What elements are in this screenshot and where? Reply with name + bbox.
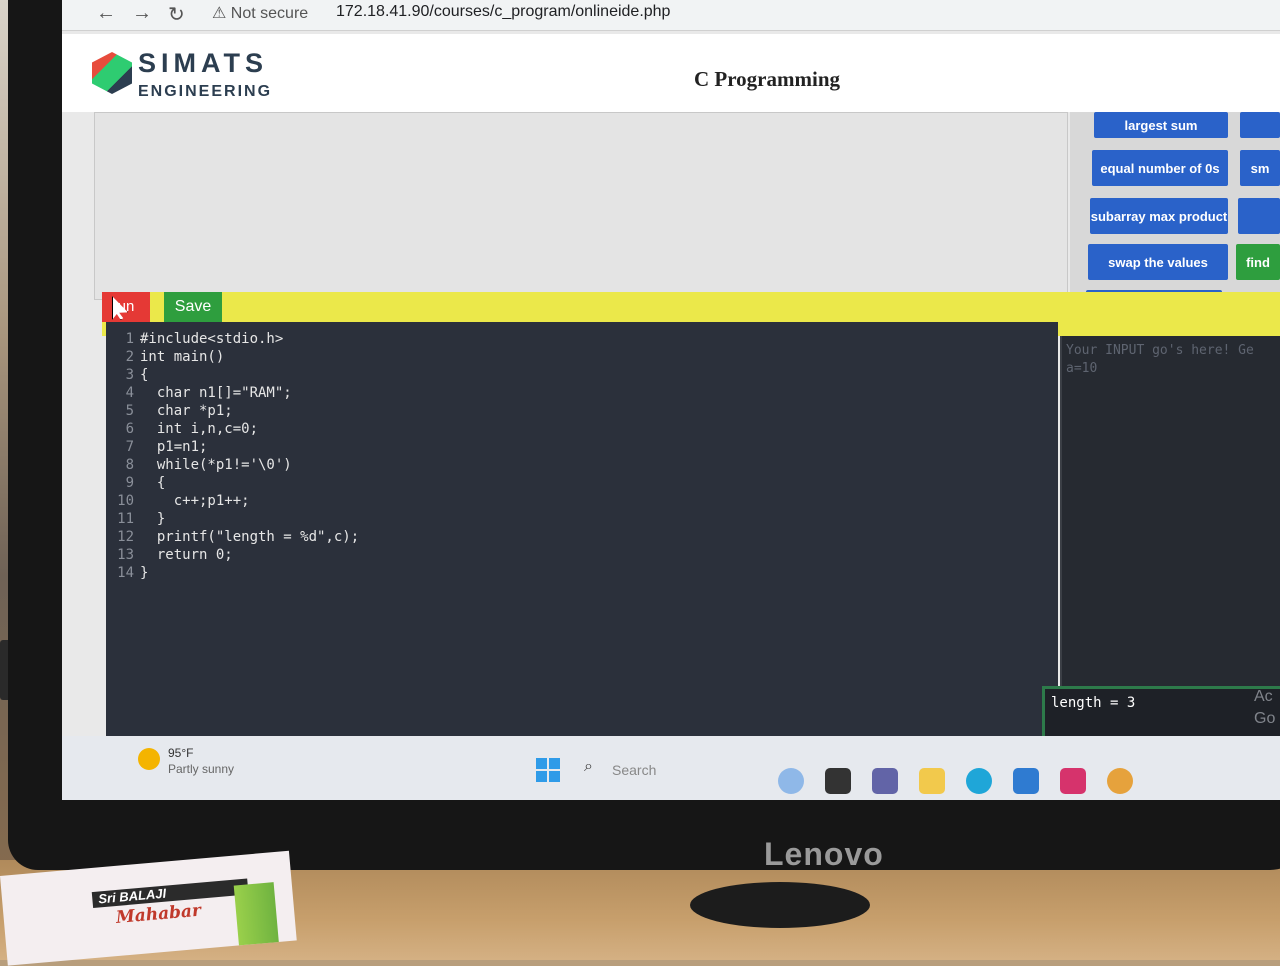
store-icon[interactable]	[1013, 768, 1039, 794]
problem-button-largest-sum[interactable]: largest sum	[1094, 112, 1228, 138]
code-line[interactable]: return 0;	[140, 546, 359, 564]
output-text: length = 3	[1051, 695, 1136, 711]
taskbar-search[interactable]: ⌕ Search	[584, 758, 744, 782]
code-line[interactable]: c++;p1++;	[140, 492, 359, 510]
line-number: 6	[125, 421, 134, 437]
save-button[interactable]: Save	[164, 292, 222, 322]
site-header: SIMATS ENGINEERING C Programming	[62, 34, 1280, 112]
line-number: 14	[117, 565, 134, 581]
code-line[interactable]: #include<stdio.h>	[140, 330, 359, 348]
code-line[interactable]: char *p1;	[140, 402, 359, 420]
code-line[interactable]: {	[140, 366, 359, 384]
line-number: 3	[125, 367, 134, 383]
line-number: 10	[117, 493, 134, 509]
input-value: a=10	[1066, 361, 1098, 376]
chat-icon[interactable]	[872, 768, 898, 794]
problem-button-extra-3[interactable]	[1238, 198, 1280, 234]
activation-line-2: Go	[1254, 710, 1276, 727]
taskbar: 95°F Partly sunny ⌕ Search	[62, 736, 1280, 800]
code-editor[interactable]: 1 2 3 4 5 6 7 8 9 10 11 12 13 14 #include<stdio.h> int…	[106, 322, 1058, 742]
address-bar: ← → ↻ ⚠ Not secure 172.18.41.90/courses/…	[62, 0, 1280, 31]
code-line[interactable]: }	[140, 564, 359, 582]
logo-subtitle: ENGINEERING	[138, 83, 273, 100]
line-number: 5	[125, 403, 134, 419]
search-label: Search	[612, 762, 657, 778]
search-icon: ⌕	[584, 758, 593, 775]
url-field[interactable]: 172.18.41.90/courses/c_program/onlineide…	[336, 3, 670, 21]
code-line[interactable]: p1=n1;	[140, 438, 359, 456]
input-panel[interactable]: Your INPUT go's here! Ge a=10	[1060, 336, 1280, 686]
simats-logo-icon	[92, 52, 132, 94]
input-text[interactable]: Your INPUT go's here! Ge a=10	[1066, 342, 1254, 378]
monitor-brand: Lenovo	[764, 836, 884, 872]
line-number-gutter: 1 2 3 4 5 6 7 8 9 10 11 12 13 14	[106, 330, 134, 582]
bing-icon[interactable]	[778, 768, 804, 794]
line-number: 2	[125, 349, 134, 365]
security-label: Not secure	[230, 5, 309, 22]
forward-icon[interactable]: →	[132, 2, 152, 25]
reload-icon[interactable]: ↻	[168, 2, 185, 27]
windows-activation-hint: Ac Go	[1254, 686, 1275, 730]
screen: ← → ↻ ⚠ Not secure 172.18.41.90/courses/…	[62, 0, 1280, 800]
code-line[interactable]: {	[140, 474, 359, 492]
security-indicator[interactable]: ⚠ Not secure	[212, 3, 308, 23]
files-icon[interactable]	[825, 768, 851, 794]
line-number: 4	[125, 385, 134, 401]
warning-icon: ⚠	[212, 5, 227, 22]
line-number: 9	[125, 475, 134, 491]
line-number: 7	[125, 439, 134, 455]
page-title: C Programming	[694, 67, 841, 91]
code-line[interactable]: int main()	[140, 348, 359, 366]
problem-button-subarray-max-product[interactable]: subarray max product	[1090, 198, 1228, 234]
weather-temp: 95°F	[168, 746, 194, 760]
weather-desc: Partly sunny	[168, 762, 235, 776]
code-text[interactable]: #include<stdio.h> int main(){ char n1[]="…	[140, 330, 359, 582]
paper-stripe	[233, 882, 279, 946]
question-pane	[94, 112, 1068, 300]
code-line[interactable]: char n1[]="RAM";	[140, 384, 359, 402]
folder-icon[interactable]	[919, 768, 945, 794]
logo-text: SIMATS	[138, 48, 268, 78]
chrome-icon[interactable]	[1107, 768, 1133, 794]
problem-button-extra-2[interactable]: sm	[1240, 150, 1280, 186]
problem-button-swap-values[interactable]: swap the values	[1088, 244, 1228, 280]
line-number: 12	[117, 529, 134, 545]
line-number: 8	[125, 457, 134, 473]
activation-line-1: Ac	[1254, 688, 1273, 705]
code-line[interactable]: }	[140, 510, 359, 528]
problem-button-find[interactable]: find	[1236, 244, 1280, 280]
monitor-stand	[690, 882, 870, 928]
run-button[interactable]: un	[102, 292, 150, 322]
line-number: 1	[125, 331, 134, 347]
input-placeholder: Your INPUT go's here! Ge	[1066, 343, 1254, 358]
edge-icon[interactable]	[966, 768, 992, 794]
back-icon[interactable]: ←	[96, 2, 116, 25]
problem-list: largest sum equal number of 0s subarray …	[1070, 112, 1280, 302]
line-number: 11	[117, 511, 134, 527]
instagram-icon[interactable]	[1060, 768, 1086, 794]
code-line[interactable]: printf("length = %d",c);	[140, 528, 359, 546]
start-icon[interactable]	[536, 758, 560, 782]
code-line[interactable]: int i,n,c=0;	[140, 420, 359, 438]
weather-icon[interactable]	[138, 748, 160, 770]
line-number: 13	[117, 547, 134, 563]
code-line[interactable]: while(*p1!='\0')	[140, 456, 359, 474]
problem-button-extra-1[interactable]	[1240, 112, 1280, 138]
problem-button-equal-zeros[interactable]: equal number of 0s	[1092, 150, 1228, 186]
